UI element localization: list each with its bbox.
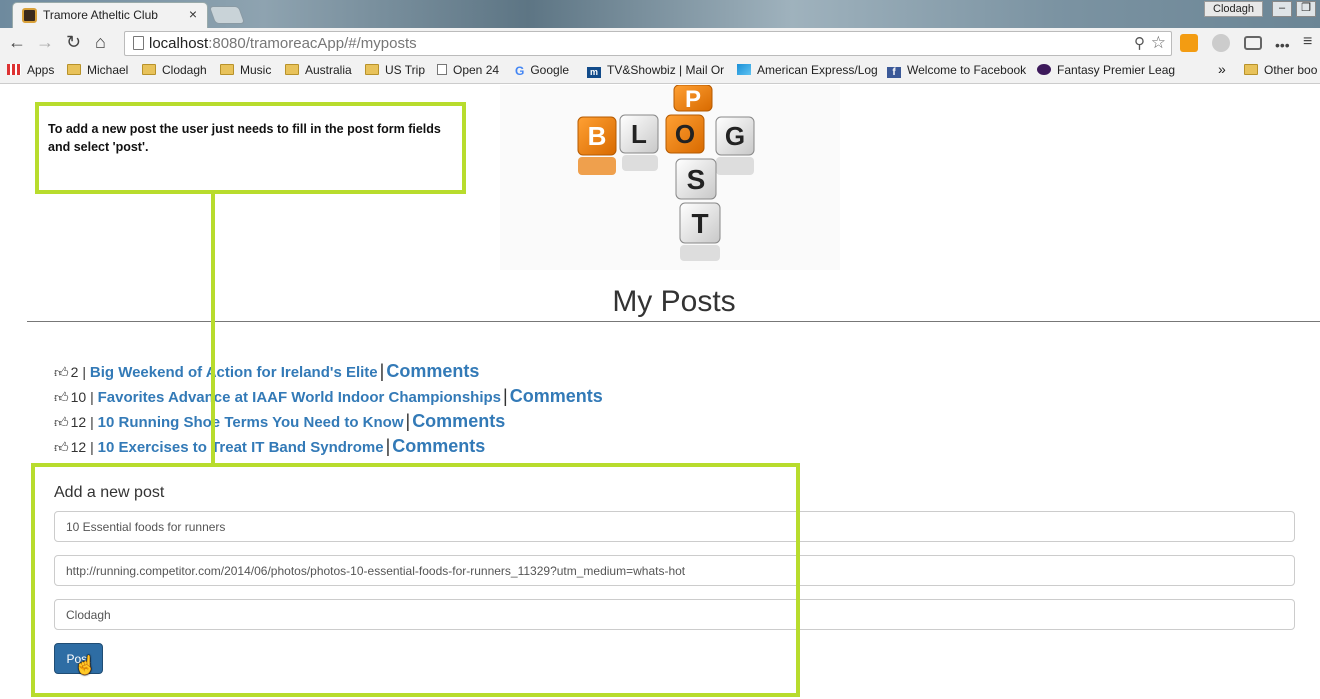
menu-icon[interactable]: ≡ <box>1303 32 1312 52</box>
folder-icon <box>1244 64 1258 75</box>
tab-close-icon[interactable]: × <box>189 6 197 22</box>
post-title-link[interactable]: 10 Running Shoe Terms You Need to Know <box>98 414 404 431</box>
bookmark-other[interactable]: Other boo <box>1244 63 1317 77</box>
bookmark-music[interactable]: Music <box>220 63 271 77</box>
address-bar[interactable]: localhost:8080/tramoreacApp/#/myposts ⚲ … <box>124 31 1172 56</box>
svg-text:L: L <box>631 119 647 149</box>
comments-link[interactable]: Comments <box>392 436 485 456</box>
apps-grid-icon <box>7 64 21 75</box>
bookmark-mail-online[interactable]: m TV&Showbiz | Mail Or <box>587 63 724 78</box>
folder-icon <box>142 64 156 75</box>
reload-icon[interactable]: ↻ <box>66 32 81 52</box>
like-count: 12 <box>70 414 87 430</box>
folder-icon <box>285 64 299 75</box>
bookmarks-bar: Apps Michael Clodagh Music Australia US … <box>0 58 1320 84</box>
svg-text:S: S <box>687 164 706 195</box>
form-highlight-box <box>31 463 800 697</box>
home-icon[interactable]: ⌂ <box>95 32 106 52</box>
list-item: 👍︎ 10 | Favorites Advance at IAAF World I… <box>54 386 603 406</box>
blog-post-logo: B L O G P S T <box>500 85 840 270</box>
bookmark-michael[interactable]: Michael <box>67 63 128 77</box>
bookmark-fantasy-premier-league[interactable]: Fantasy Premier Leag <box>1037 63 1175 77</box>
bookmark-us-trip[interactable]: US Trip <box>365 63 425 77</box>
posts-list: 👍︎ 2 | Big Weekend of Action for Ireland'… <box>54 361 603 461</box>
tab-title: Tramore Atheltic Club <box>43 8 158 22</box>
browser-toolbar: ← → ↻ ⌂ localhost:8080/tramoreacApp/#/my… <box>0 28 1320 58</box>
bookmark-google[interactable]: G Google <box>515 63 569 78</box>
back-arrow-icon[interactable]: ← <box>8 32 26 52</box>
cast-icon[interactable] <box>1244 36 1262 50</box>
like-count: 2 <box>70 364 79 380</box>
svg-text:T: T <box>691 208 708 239</box>
svg-text:B: B <box>588 121 607 151</box>
page-icon <box>133 36 144 50</box>
bookmark-apps[interactable]: Apps <box>7 63 54 77</box>
bookmark-american-express[interactable]: American Express/Log <box>737 63 878 77</box>
extension-icon[interactable] <box>1180 34 1198 52</box>
browser-tab[interactable]: Tramore Atheltic Club × <box>12 2 208 28</box>
post-title-link[interactable]: Favorites Advance at IAAF World Indoor C… <box>98 389 501 406</box>
bookmark-clodagh[interactable]: Clodagh <box>142 63 207 77</box>
list-item: 👍︎ 12 | 10 Running Shoe Terms You Need to… <box>54 411 506 431</box>
page-title: My Posts <box>612 285 736 318</box>
bookmarks-overflow-chevron[interactable]: » <box>1218 61 1226 77</box>
annotation-connector-line <box>211 194 215 465</box>
list-item: 👍︎ 12 | 10 Exercises to Treat IT Band Syn… <box>54 436 486 456</box>
browser-title-bar: Tramore Atheltic Club × Clodagh – ❐ <box>0 0 1320 28</box>
premier-league-icon <box>1037 64 1051 75</box>
like-count: 10 <box>70 389 87 405</box>
comments-link[interactable]: Comments <box>386 361 479 381</box>
thumbs-up-icon[interactable]: 👍︎ <box>54 439 69 456</box>
annotation-text: To add a new post the user just needs to… <box>48 122 441 154</box>
bookmark-australia[interactable]: Australia <box>285 63 352 77</box>
zoom-icon[interactable]: ⚲ <box>1134 34 1145 52</box>
extension-circle-icon[interactable] <box>1212 34 1230 52</box>
new-tab-button[interactable] <box>208 6 246 24</box>
minimize-icon[interactable]: – <box>1272 1 1292 17</box>
svg-text:P: P <box>685 86 701 113</box>
thumbs-up-icon[interactable]: 👍︎ <box>54 389 69 406</box>
more-dots-icon[interactable]: ••• <box>1275 35 1290 55</box>
list-item: 👍︎ 2 | Big Weekend of Action for Ireland'… <box>54 361 480 381</box>
folder-icon <box>365 64 379 75</box>
amex-icon <box>737 64 751 75</box>
forward-arrow-icon[interactable]: → <box>36 32 54 52</box>
bookmark-open-24[interactable]: Open 24 <box>437 63 499 77</box>
bookmark-facebook[interactable]: f Welcome to Facebook <box>887 63 1026 78</box>
comments-link[interactable]: Comments <box>412 411 505 431</box>
bookmark-star-icon[interactable]: ☆ <box>1151 33 1166 53</box>
folder-icon <box>220 64 234 75</box>
svg-text:O: O <box>675 119 695 149</box>
annotation-callout: To add a new post the user just needs to… <box>35 102 466 194</box>
url-text: localhost:8080/tramoreacApp/#/myposts <box>149 35 417 52</box>
title-divider <box>27 321 1320 322</box>
thumbs-up-icon[interactable]: 👍︎ <box>54 414 69 431</box>
page-icon <box>437 64 447 75</box>
facebook-icon: f <box>887 67 901 78</box>
post-title-link[interactable]: 10 Exercises to Treat IT Band Syndrome <box>98 439 384 456</box>
comments-link[interactable]: Comments <box>510 386 603 406</box>
svg-text:G: G <box>725 121 745 151</box>
restore-icon[interactable]: ❐ <box>1296 1 1316 17</box>
profile-button[interactable]: Clodagh <box>1204 1 1263 17</box>
folder-icon <box>67 64 81 75</box>
mail-online-icon: m <box>587 67 601 78</box>
google-icon: G <box>515 64 525 78</box>
like-count: 12 <box>70 439 87 455</box>
site-favicon-icon <box>22 8 37 23</box>
post-title-link[interactable]: Big Weekend of Action for Ireland's Elit… <box>90 364 378 381</box>
thumbs-up-icon[interactable]: 👍︎ <box>54 364 69 381</box>
